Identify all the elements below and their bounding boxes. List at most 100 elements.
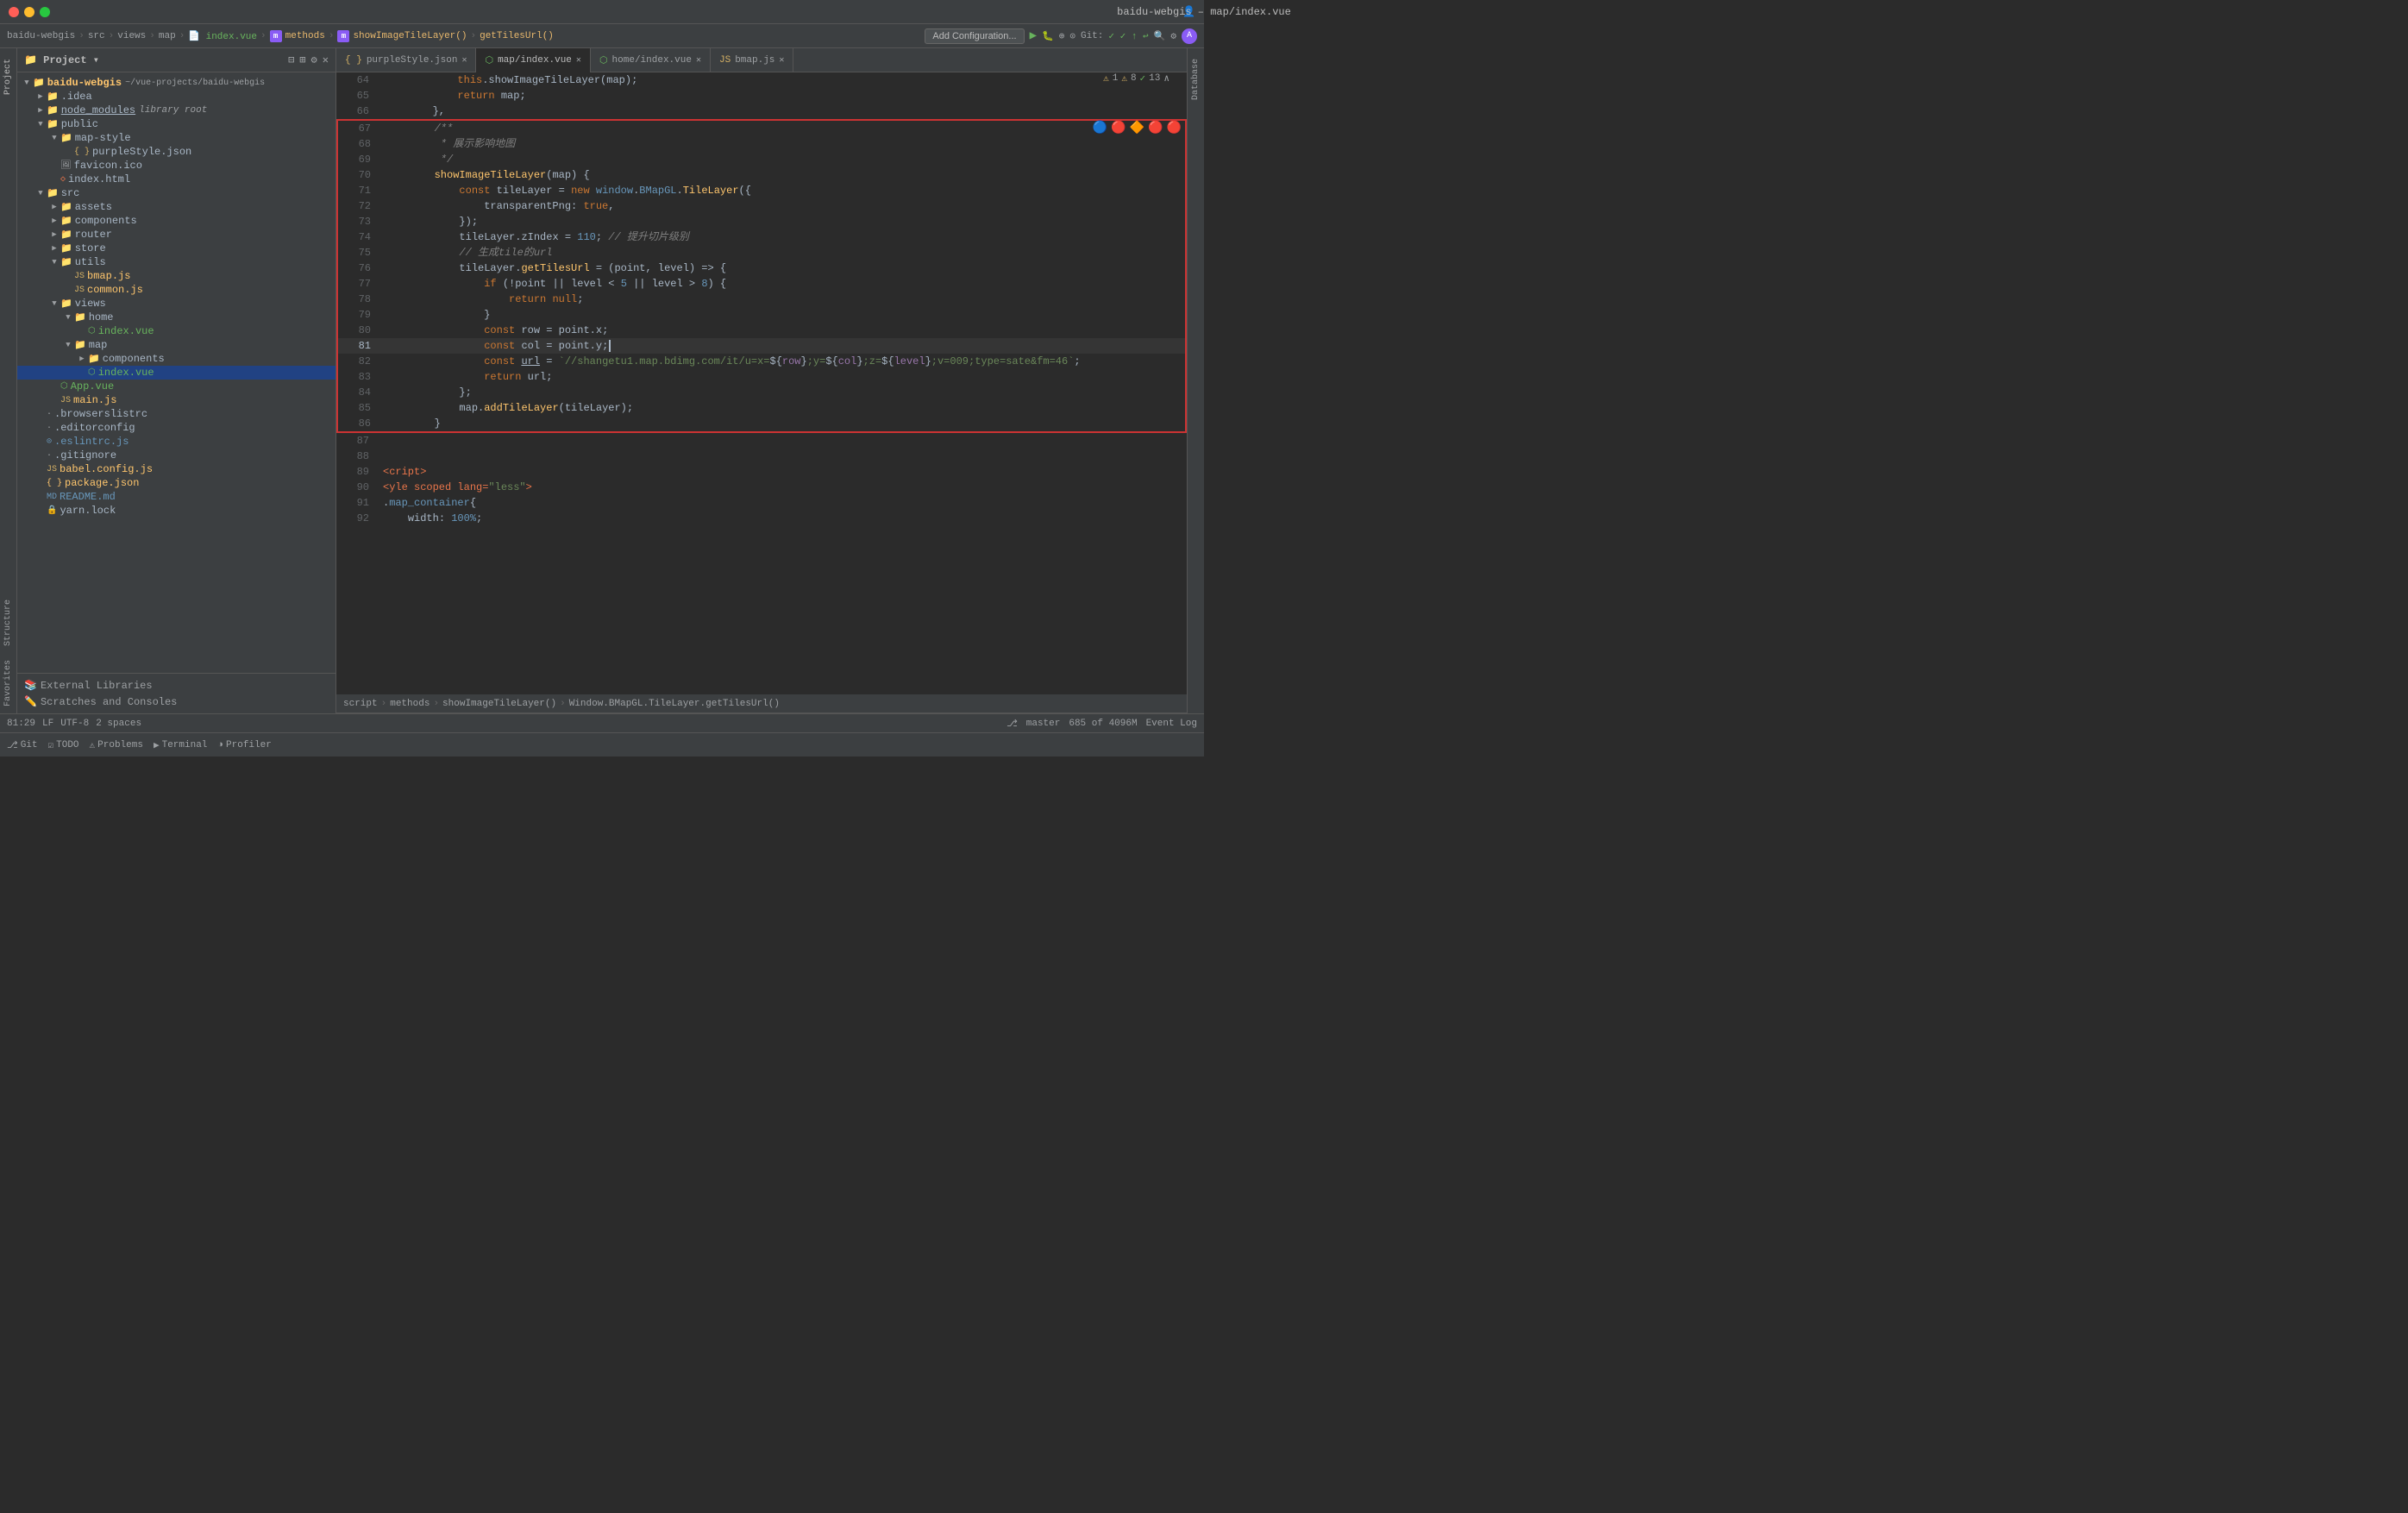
line-content-80[interactable]: const row = point.x;	[381, 323, 1185, 338]
breadcrumb-show-image-2[interactable]: showImageTileLayer()	[442, 699, 556, 709]
run-button[interactable]: ▶	[1030, 28, 1037, 43]
sidebar-item-assets[interactable]: ▶ 📁 assets	[17, 200, 335, 214]
line-content-78[interactable]: return null;	[381, 292, 1185, 307]
sidebar-item-browserslistrc[interactable]: ▶ · .browserslistrc	[17, 407, 335, 421]
database-tab[interactable]: Database	[1189, 52, 1202, 107]
sidebar-item-node-modules[interactable]: ▶ 📁 node_modules library root	[17, 104, 335, 117]
line-content-84[interactable]: };	[381, 385, 1185, 400]
line-content-72[interactable]: transparentPng: true,	[381, 198, 1185, 214]
breadcrumb-views[interactable]: views	[117, 31, 146, 41]
status-lf[interactable]: LF	[42, 719, 53, 729]
line-content-70[interactable]: showImageTileLayer(map) {	[381, 167, 1185, 183]
status-git-icon[interactable]: ⎇	[1006, 718, 1018, 730]
sidebar-item-public[interactable]: ▼ 📁 public	[17, 117, 335, 131]
sidebar-item-babel-config[interactable]: ▶ JS babel.config.js	[17, 462, 335, 476]
sidebar-item-views[interactable]: ▼ 📁 views	[17, 297, 335, 311]
line-content-83[interactable]: return url;	[381, 369, 1185, 385]
map-index-tab-close[interactable]: ✕	[576, 55, 581, 66]
collapse-all-icon[interactable]: ⊟	[288, 53, 294, 66]
status-git-branch[interactable]: master	[1026, 719, 1061, 729]
settings-icon[interactable]: ⚙	[1170, 30, 1176, 42]
sidebar-item-components[interactable]: ▶ 📁 components	[17, 214, 335, 228]
line-content-73[interactable]: });	[381, 214, 1185, 229]
project-tab[interactable]: Project	[2, 52, 15, 102]
sel-icon2[interactable]: 🔴	[1111, 121, 1126, 135]
sidebar-item-index-html[interactable]: ▶ ◇ index.html	[17, 173, 335, 186]
line-content-82[interactable]: const url = `//shangetu1.map.bdimg.com/i…	[381, 354, 1185, 369]
line-content-75[interactable]: // 生成tile的url	[381, 245, 1185, 261]
line-content-91[interactable]: .map_container{	[379, 495, 1187, 511]
breadcrumb-window-bmap[interactable]: Window.BMapGL.TileLayer.getTilesUrl()	[569, 699, 780, 709]
line-content-79[interactable]: }	[381, 307, 1185, 323]
sidebar-item-favicon[interactable]: ▶ 🖼 favicon.ico	[17, 159, 335, 173]
sidebar-item-store[interactable]: ▶ 📁 store	[17, 242, 335, 255]
line-content-66[interactable]: },	[379, 104, 1187, 119]
sel-icon3[interactable]: 🔶	[1130, 121, 1144, 135]
sidebar-item-idea[interactable]: ▶ 📁 .idea	[17, 90, 335, 104]
line-content-87[interactable]	[379, 433, 1187, 449]
sidebar-item-router[interactable]: ▶ 📁 router	[17, 228, 335, 242]
search-icon[interactable]: 🔍	[1154, 30, 1166, 42]
sidebar-item-bmap[interactable]: ▶ JS bmap.js	[17, 269, 335, 283]
line-content-88[interactable]	[379, 449, 1187, 464]
breadcrumb-map[interactable]: map	[159, 31, 176, 41]
home-index-tab-close[interactable]: ✕	[696, 55, 701, 66]
structure-tab[interactable]: Structure	[2, 593, 15, 653]
add-configuration-button[interactable]: Add Configuration...	[925, 28, 1024, 44]
line-content-67[interactable]: /**	[381, 121, 1185, 136]
favorites-tab[interactable]: Favorites	[2, 653, 15, 713]
sidebar-item-scratches-consoles[interactable]: ✏️ Scratches and Consoles	[17, 694, 335, 710]
minimize-button[interactable]	[24, 7, 34, 17]
sidebar-item-gitignore[interactable]: ▶ · .gitignore	[17, 449, 335, 462]
status-indent[interactable]: 2 spaces	[96, 719, 141, 729]
sidebar-item-home[interactable]: ▼ 📁 home	[17, 311, 335, 324]
breadcrumb-get-tiles[interactable]: getTilesUrl()	[480, 31, 554, 41]
line-content-81[interactable]: const col = point.y;	[381, 338, 1185, 354]
sidebar-item-editorconfig[interactable]: ▶ · .editorconfig	[17, 421, 335, 435]
tab-purple-style[interactable]: { } purpleStyle.json ✕	[336, 48, 476, 72]
line-content-68[interactable]: * 展示影响地图	[381, 136, 1185, 152]
sidebar-item-root[interactable]: ▼ 📁 baidu-webgis ~/vue-projects/baidu-we…	[17, 76, 335, 90]
sidebar-item-map-style[interactable]: ▼ 📁 map-style	[17, 131, 335, 145]
user-avatar[interactable]: A	[1182, 28, 1197, 44]
sidebar-item-common[interactable]: ▶ JS common.js	[17, 283, 335, 297]
sel-icon4[interactable]: 🔴	[1148, 121, 1163, 135]
bmap-tab-close[interactable]: ✕	[779, 55, 784, 66]
tab-home-index[interactable]: ⬡ home/index.vue ✕	[591, 48, 711, 72]
line-content-76[interactable]: tileLayer.getTilesUrl = (point, level) =…	[381, 261, 1185, 276]
code-container[interactable]: ⚠ 1 ⚠ 8 ✓ 13 ∧ 64 this.showImageTileLaye…	[336, 72, 1187, 694]
settings-icon[interactable]: ⚙	[311, 53, 317, 66]
coverage-button[interactable]: ⊕	[1059, 30, 1065, 42]
profile-button[interactable]: ⊙	[1069, 30, 1075, 42]
line-content-89[interactable]: <cript>	[379, 464, 1187, 480]
sel-icon1[interactable]: 🔵	[1093, 121, 1107, 135]
git-tool-button[interactable]: ⎇ Git	[7, 739, 38, 751]
breadcrumb-methods[interactable]: methods	[285, 31, 325, 41]
line-content-77[interactable]: if (!point || level < 5 || level > 8) {	[381, 276, 1185, 292]
status-line-col[interactable]: 81:29	[7, 719, 35, 729]
sidebar-item-map-index[interactable]: ▶ ⬡ index.vue	[17, 366, 335, 380]
todo-tool-button[interactable]: ☑ TODO	[48, 739, 79, 751]
breadcrumb-project[interactable]: baidu-webgis	[7, 31, 75, 41]
line-content-64[interactable]: this.showImageTileLayer(map);	[379, 72, 1187, 88]
sidebar-item-eslintrc[interactable]: ▶ ⊙ .eslintrc.js	[17, 435, 335, 449]
line-content-92[interactable]: width: 100%;	[379, 511, 1187, 526]
event-log-button[interactable]: Event Log	[1146, 719, 1197, 729]
sidebar-item-external-libraries[interactable]: 📚 External Libraries	[17, 677, 335, 694]
line-content-85[interactable]: map.addTileLayer(tileLayer);	[381, 400, 1185, 416]
terminal-tool-button[interactable]: ▶ Terminal	[154, 739, 207, 751]
breadcrumb-methods-2[interactable]: methods	[390, 699, 430, 709]
line-content-71[interactable]: const tileLayer = new window.BMapGL.Tile…	[381, 183, 1185, 198]
status-charset[interactable]: UTF-8	[60, 719, 89, 729]
line-content-86[interactable]: }	[381, 416, 1185, 431]
line-content-69[interactable]: */	[381, 152, 1185, 167]
sidebar-item-purple-style[interactable]: ▶ { } purpleStyle.json	[17, 145, 335, 159]
sidebar-item-map[interactable]: ▼ 📁 map	[17, 338, 335, 352]
purple-style-tab-close[interactable]: ✕	[461, 55, 467, 66]
tab-map-index[interactable]: ⬡ map/index.vue ✕	[476, 48, 590, 72]
sidebar-item-home-index[interactable]: ▶ ⬡ index.vue	[17, 324, 335, 338]
maximize-button[interactable]	[40, 7, 50, 17]
breadcrumb-file[interactable]: 📄 index.vue	[188, 30, 257, 42]
breadcrumb-src[interactable]: src	[88, 31, 105, 41]
sel-icon5[interactable]: 🔴	[1167, 121, 1182, 135]
